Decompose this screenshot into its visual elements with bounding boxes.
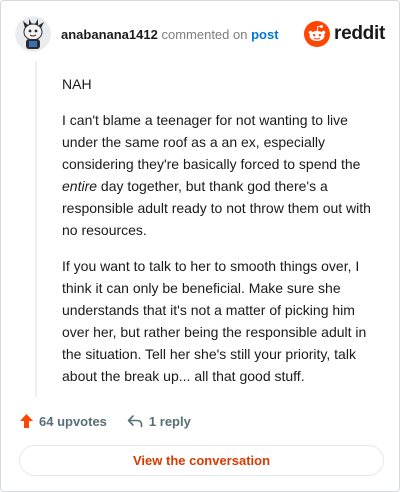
reply-count: 1 reply <box>148 413 191 429</box>
emphasis-text: entire <box>62 178 98 194</box>
post-link[interactable]: post <box>251 27 278 42</box>
reddit-logo-icon <box>304 21 331 47</box>
paragraph-2-end: day together, but thank god there's a re… <box>62 178 371 238</box>
paragraph-2-start: I can't blame a teenager for not wanting… <box>62 112 361 172</box>
view-conversation-button[interactable]: View the conversation <box>19 445 384 476</box>
user-avatar[interactable] <box>15 16 51 52</box>
comment-body: NAH I can't blame a teenager for not wan… <box>62 73 372 401</box>
commented-on-label: commented on <box>161 26 248 42</box>
reply-button[interactable]: 1 reply <box>127 414 191 429</box>
username-link[interactable]: anabanana1412 <box>61 27 158 42</box>
comment-header: anabanana1412 commented on post reddit <box>15 15 385 53</box>
thread-line <box>35 61 37 397</box>
upvote-count: 64 upvotes <box>39 413 107 429</box>
reddit-brand[interactable]: reddit <box>304 21 385 47</box>
comment-paragraph-3: If you want to talk to her to smooth thi… <box>62 258 367 384</box>
upvote-arrow-icon[interactable] <box>19 413 34 429</box>
comment-paragraph-1: NAH <box>62 76 92 92</box>
comment-byline: anabanana1412 commented on post <box>61 27 279 42</box>
reply-arrow-icon <box>127 415 143 428</box>
reddit-wordmark: reddit <box>334 23 385 44</box>
comment-footer: 64 upvotes 1 reply <box>19 410 191 432</box>
comment-paragraph-2: I can't blame a teenager for not wanting… <box>62 109 372 241</box>
embedded-comment-card: anabanana1412 commented on post reddit N… <box>0 0 400 492</box>
